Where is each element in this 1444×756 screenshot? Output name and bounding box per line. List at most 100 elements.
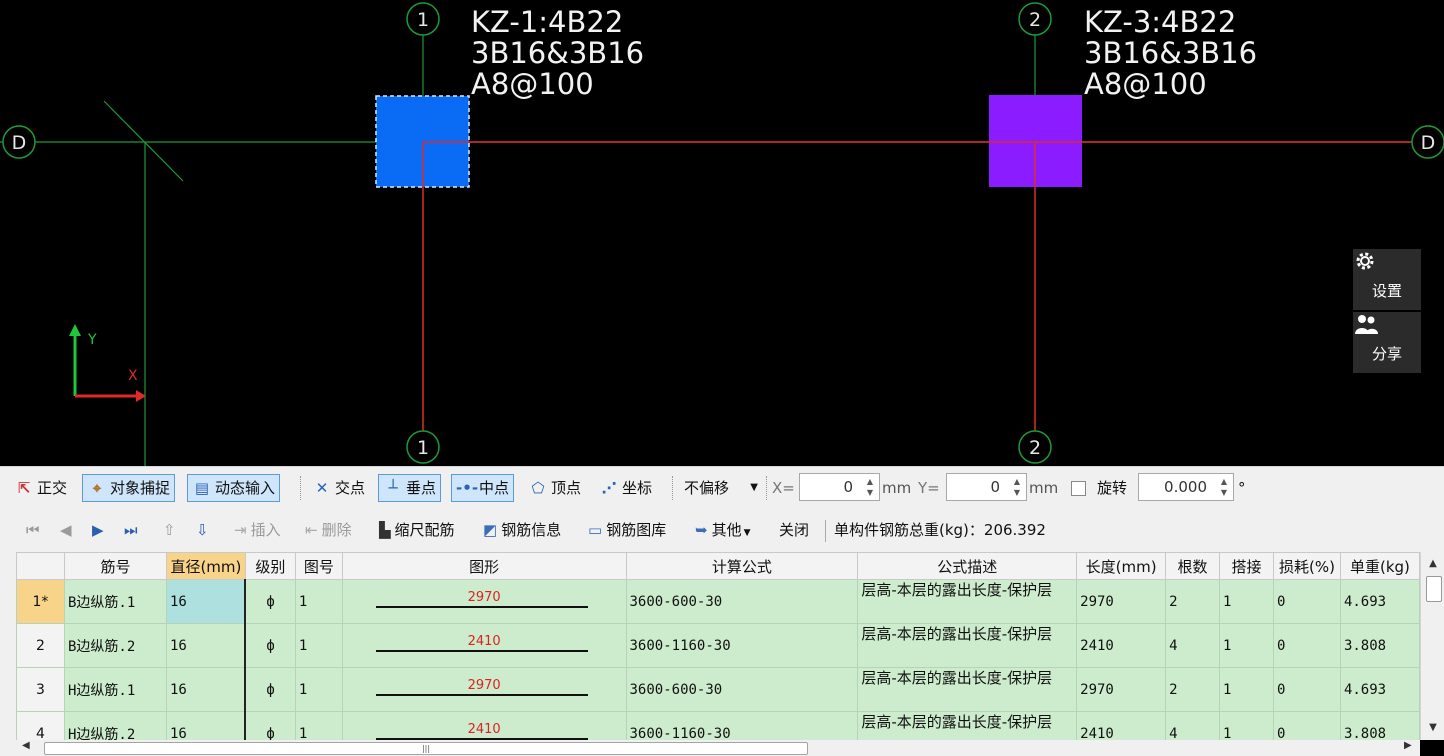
close-button[interactable]: 关闭 [779,517,809,543]
dynamic-input-toggle[interactable]: ▤ 动态输入 [187,474,281,502]
next-record-icon[interactable]: ▶ [92,517,104,543]
vertical-scrollbar[interactable]: ▲ ▼ [1420,552,1444,740]
rotate-spinner[interactable]: ▲ ▼ [1217,476,1231,498]
x-spinner[interactable]: ▲ ▼ [863,476,877,498]
cell-loss[interactable]: 0 [1272,711,1341,740]
table-row[interactable]: 3 H边纵筋.1 16 ф 1 2970 3600-600-30 层高-本层的露… [16,667,1420,712]
cell-unit-weight[interactable]: 4.693 [1339,579,1420,624]
scroll-right-icon[interactable]: ▶ [1404,740,1412,751]
vertex-snap[interactable]: ⬠ 顶点 [524,474,585,502]
header-loss[interactable]: 损耗(%) [1272,552,1341,580]
settings-button[interactable]: 设置 [1353,249,1421,310]
header-formula[interactable]: 计算公式 [625,552,859,580]
cell-count[interactable]: 4 [1165,623,1221,668]
cell-diameter[interactable]: 16 [165,579,247,624]
share-button[interactable]: 分享 [1353,312,1421,373]
scroll-down-icon[interactable]: ▼ [1421,722,1444,733]
cell-loss[interactable]: 0 [1272,623,1341,668]
rebar-table[interactable]: 筋号 直径(mm) 级别 图号 图形 计算公式 公式描述 长度(mm) 根数 搭… [16,552,1420,740]
cell-shape[interactable]: 2970 [341,667,627,712]
cell-figure-no[interactable]: 1 [294,667,343,712]
cell-bar-no[interactable]: H边纵筋.2 [63,711,167,740]
insert-button[interactable]: ⇥ 插入 [234,517,281,543]
cell-loss[interactable]: 0 [1272,579,1341,624]
scroll-left-icon[interactable]: ◀ [22,740,30,751]
row-index[interactable]: 4 [16,711,65,740]
table-row[interactable]: 4 H边纵筋.2 16 ф 1 2410 3600-1160-30 层高-本层的… [16,711,1420,740]
cell-shape[interactable]: 2970 [341,579,627,624]
cell-length[interactable]: 2410 [1076,623,1167,668]
header-count[interactable]: 根数 [1165,552,1221,580]
cell-length[interactable]: 2970 [1076,667,1167,712]
row-index[interactable]: 2 [16,623,65,668]
prev-record-icon[interactable]: ◀ [60,517,72,543]
perpendicular-snap[interactable]: ┴ 垂点 [378,474,442,502]
cell-lap[interactable]: 1 [1219,623,1274,668]
horizontal-scrollbar[interactable]: ◀ ||| ▶ [16,740,1420,756]
cell-length[interactable]: 2970 [1076,579,1167,624]
other-menu-button[interactable]: ➥ 其他 ▼ [695,517,751,543]
cell-length[interactable]: 2410 [1076,711,1167,740]
cell-bar-no[interactable]: B边纵筋.2 [63,623,167,668]
cell-figure-no[interactable]: 1 [294,579,343,624]
cell-grade[interactable]: ф [244,667,296,712]
object-snap-toggle[interactable]: ⌖ 对象捕捉 [82,474,176,502]
delete-button[interactable]: ⇤ 删除 [305,517,352,543]
cell-count[interactable]: 2 [1165,579,1221,624]
header-shape[interactable]: 图形 [341,552,627,580]
x-input[interactable]: 0 ▲ ▼ [799,473,880,501]
rebar-library-button[interactable]: ▭ 钢筋图库 [588,517,666,543]
rotate-checkbox[interactable] [1071,481,1086,496]
cell-figure-no[interactable]: 1 [294,711,343,740]
rebar-info-button[interactable]: ◩ 钢筋信息 [483,517,561,543]
row-index[interactable]: 1* [16,579,65,624]
table-row[interactable]: 2 B边纵筋.2 16 ф 1 2410 3600-1160-30 层高-本层的… [16,623,1420,668]
cell-count[interactable]: 2 [1165,667,1221,712]
cell-formula[interactable]: 3600-1160-30 [625,711,859,740]
cell-diameter[interactable]: 16 [165,667,247,712]
header-lap[interactable]: 搭接 [1219,552,1274,580]
header-unit-weight[interactable]: 单重(kg) [1339,552,1420,580]
first-record-icon[interactable]: ⏮ [26,517,40,543]
header-bar-no[interactable]: 筋号 [63,552,167,580]
cad-canvas[interactable]: D D 1 2 1 2 Y X KZ-1:4B22 3B16&3B16 A8@1… [0,0,1444,466]
coordinate-snap[interactable]: ⋰ 坐标 [595,474,656,502]
table-row[interactable]: 1* B边纵筋.1 16 ф 1 2970 3600-600-30 层高-本层的… [16,579,1420,624]
header-formula-desc[interactable]: 公式描述 [857,552,1078,580]
cell-formula-desc[interactable]: 层高-本层的露出长度-保护层 [857,579,1078,624]
cell-formula-desc[interactable]: 层高-本层的露出长度-保护层 [857,623,1078,668]
ortho-toggle[interactable]: ⇱ 正交 [10,474,71,502]
y-spinner[interactable]: ▲ ▼ [1010,476,1024,498]
cell-shape[interactable]: 2410 [341,711,627,740]
header-length[interactable]: 长度(mm) [1076,552,1167,580]
horizontal-scroll-thumb[interactable]: ||| [44,742,808,755]
cell-bar-no[interactable]: H边纵筋.1 [63,667,167,712]
cell-diameter[interactable]: 16 [165,623,247,668]
y-input[interactable]: 0 ▲ ▼ [946,473,1027,501]
offset-mode-select[interactable]: 不偏移 ▼ [680,474,762,502]
last-record-icon[interactable]: ⏭ [124,517,138,543]
cell-grade[interactable]: ф [244,623,296,668]
cell-grade[interactable]: ф [244,579,296,624]
vertical-scroll-thumb[interactable] [1426,576,1442,602]
row-index[interactable]: 3 [16,667,65,712]
cell-lap[interactable]: 1 [1219,711,1274,740]
move-up-icon[interactable]: ⇧ [163,517,176,543]
cell-unit-weight[interactable]: 4.693 [1339,667,1420,712]
cell-unit-weight[interactable]: 3.808 [1339,623,1420,668]
cell-count[interactable]: 4 [1165,711,1221,740]
cell-formula[interactable]: 3600-600-30 [625,667,859,712]
cell-formula-desc[interactable]: 层高-本层的露出长度-保护层 [857,711,1078,740]
intersection-snap[interactable]: ✕ 交点 [308,474,369,502]
cell-formula[interactable]: 3600-1160-30 [625,623,859,668]
header-figure-no[interactable]: 图号 [294,552,343,580]
cell-unit-weight[interactable]: 3.808 [1339,711,1420,740]
header-grade[interactable]: 级别 [244,552,296,580]
scroll-up-icon[interactable]: ▲ [1421,558,1444,569]
rotate-input[interactable]: 0.000 ▲ ▼ [1138,473,1234,501]
cell-formula[interactable]: 3600-600-30 [625,579,859,624]
scale-rebar-button[interactable]: ▙ 缩尺配筋 [379,517,455,543]
midpoint-snap[interactable]: -•-中点 [451,474,515,502]
cell-figure-no[interactable]: 1 [294,623,343,668]
cell-formula-desc[interactable]: 层高-本层的露出长度-保护层 [857,667,1078,712]
